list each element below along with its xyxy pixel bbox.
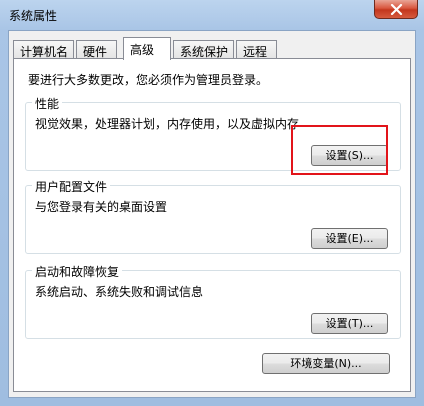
tab-computer-name[interactable]: 计算机名 [13,40,74,59]
close-icon [390,3,402,15]
tab-hardware[interactable]: 硬件 [76,40,117,59]
startup-recovery-settings-button[interactable]: 设置(T)... [311,313,388,334]
user-profiles-title: 用户配置文件 [32,178,111,195]
tab-label: 系统保护 [180,45,229,59]
tab-label: 硬件 [83,45,108,59]
performance-description: 视觉效果，处理器计划，内存使用，以及虚拟内存 [35,117,300,131]
environment-variables-button[interactable]: 环境变量(N)... [262,353,390,374]
advanced-tab-panel: 要进行大多数更改，您必须作为管理员登录。 性能 视觉效果，处理器计划，内存使用，… [13,58,411,392]
tab-remote[interactable]: 远程 [236,40,277,59]
window-title: 系统属性 [9,9,58,23]
performance-settings-button[interactable]: 设置(S)... [311,145,388,166]
startup-recovery-title: 启动和故障恢复 [32,263,123,280]
title-bar[interactable]: 系统属性 [0,0,424,30]
performance-title: 性能 [32,95,63,112]
user-profiles-settings-button[interactable]: 设置(E)... [311,228,388,249]
close-button[interactable] [374,0,418,19]
admin-note: 要进行大多数更改，您必须作为管理员登录。 [28,73,269,87]
tab-label: 计算机名 [20,45,69,59]
system-properties-window: 系统属性 计算机名 硬件 高级 系统保护 远程 要进行大多数更改，您必须作为管理… [0,0,424,406]
user-profiles-description: 与您登录有关的桌面设置 [35,200,168,214]
startup-recovery-description: 系统启动、系统失败和调试信息 [35,285,204,299]
startup-recovery-group: 启动和故障恢复 系统启动、系统失败和调试信息 设置(T)... [25,263,401,339]
user-profiles-group: 用户配置文件 与您登录有关的桌面设置 设置(E)... [25,178,401,254]
performance-group: 性能 视觉效果，处理器计划，内存使用，以及虚拟内存 设置(S)... [25,95,401,171]
tab-label: 远程 [243,45,268,59]
tab-advanced[interactable]: 高级 [123,37,171,60]
tab-label: 高级 [130,43,155,57]
tab-system-protection[interactable]: 系统保护 [173,40,234,59]
dialog-client: 计算机名 硬件 高级 系统保护 远程 要进行大多数更改，您必须作为管理员登录。 … [8,30,416,398]
